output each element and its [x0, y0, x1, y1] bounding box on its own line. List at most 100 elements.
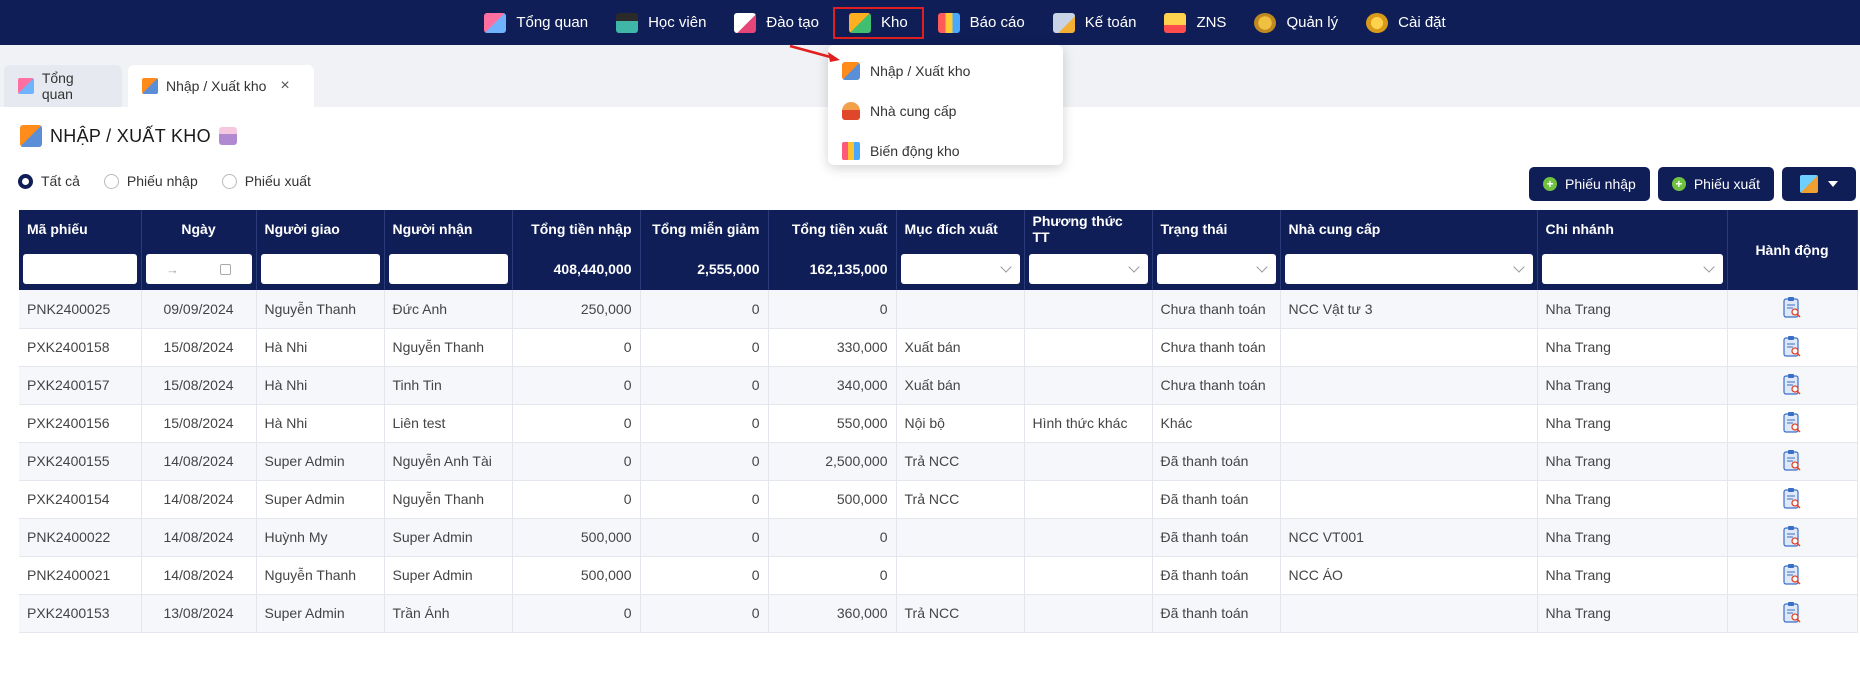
table-cell: Xuất bán — [896, 328, 1025, 367]
warehouse-box-icon — [848, 12, 871, 33]
table-cell: 0 — [640, 328, 769, 367]
action-cell — [1727, 290, 1858, 329]
add-phieu-xuat-button[interactable]: + Phiếu xuất — [1657, 167, 1774, 201]
tab-tong-quan[interactable]: Tổng quan — [4, 65, 122, 107]
table-cell: Hà Nhi — [256, 328, 385, 367]
radio-tat-ca[interactable]: Tất cả — [18, 173, 80, 189]
col-tong-tien-nhap[interactable]: Tổng tiền nhập — [512, 210, 641, 248]
col-nguoi-giao[interactable]: Người giao — [256, 210, 385, 248]
table-row[interactable]: PNK2400022 14/08/2024 Huỳnh My Super Admin 5… — [19, 518, 1858, 557]
filter-nguoi-giao-input[interactable] — [260, 254, 380, 284]
nav-item-cai-dat[interactable]: Cài đặt — [1352, 6, 1460, 40]
col-ngay[interactable]: Ngày — [141, 210, 257, 248]
action-cell — [1727, 518, 1858, 557]
clipboard-search-icon[interactable] — [1783, 487, 1801, 509]
table-cell — [1280, 366, 1538, 405]
dropdown-item-nha-cung-cap[interactable]: Nhà cung cấp — [828, 91, 1063, 131]
col-nguoi-nhan[interactable]: Người nhận — [384, 210, 513, 248]
student-icon — [616, 12, 639, 33]
filter-phuong-thuc-select[interactable] — [1028, 254, 1148, 284]
close-icon[interactable]: × — [280, 77, 289, 95]
table-cell: Trần Ánh — [384, 594, 513, 633]
nav-item-zns[interactable]: ZNS — [1150, 6, 1240, 40]
col-muc-dich-xuat[interactable]: Mục đích xuất — [896, 210, 1025, 248]
table-row[interactable]: PNK2400021 14/08/2024 Nguyễn Thanh Super Ad… — [19, 556, 1858, 595]
button-label: Phiếu nhập — [1564, 176, 1636, 192]
table-cell: Trả NCC — [896, 442, 1025, 481]
clipboard-search-icon[interactable] — [1783, 411, 1801, 433]
filter-ma-phieu-input[interactable] — [23, 254, 137, 284]
tab-nhap-xuat-kho[interactable]: Nhập / Xuất kho × — [128, 65, 314, 107]
table-row[interactable]: PXK2400153 13/08/2024 Super Admin Trần Ánh 0… — [19, 594, 1858, 633]
clipboard-search-icon[interactable] — [1783, 373, 1801, 395]
col-trang-thai[interactable]: Trạng thái — [1152, 210, 1281, 248]
table-row[interactable]: PXK2400156 15/08/2024 Hà Nhi Liên test 0 0 550… — [19, 404, 1858, 443]
col-nha-cung-cap[interactable]: Nhà cung cấp — [1280, 210, 1538, 248]
col-ma-phieu[interactable]: Mã phiếu — [19, 210, 142, 248]
action-cell — [1727, 328, 1858, 367]
filter-trang-thai-select[interactable] — [1156, 254, 1276, 284]
radio-phieu-nhap[interactable]: Phiếu nhập — [103, 173, 198, 189]
table-cell: 0 — [640, 366, 769, 405]
col-phuong-thuc-tt[interactable]: Phương thức TT — [1024, 210, 1153, 248]
page-title-text: NHẬP / XUẤT KHO — [50, 125, 211, 146]
table-cell: Khác — [1152, 404, 1281, 443]
table-cell: Nha Trang — [1537, 328, 1728, 367]
filter-nguoi-nhan-input[interactable] — [388, 254, 508, 284]
table-cell: Hình thức khác — [1024, 404, 1153, 443]
nav-item-ke-toan[interactable]: Kế toán — [1039, 6, 1151, 40]
table-cell: Nha Trang — [1537, 442, 1728, 481]
table-body: PNK2400025 09/09/2024 Nguyễn Thanh Đức Anh 2… — [19, 290, 1858, 633]
table-cell: PNK2400022 — [19, 518, 142, 557]
table-cell: Nguyễn Thanh — [384, 328, 513, 367]
col-chi-nhanh[interactable]: Chi nhánh — [1537, 210, 1728, 248]
nav-item-label: Báo cáo — [969, 14, 1025, 31]
nav-item-dao-tao[interactable]: Đào tạo — [720, 6, 833, 40]
nav-item-label: Kế toán — [1084, 14, 1137, 31]
clipboard-search-icon[interactable] — [1783, 296, 1801, 318]
nav-item-bao-cao[interactable]: Báo cáo — [924, 6, 1039, 40]
nav-item-hoc-vien[interactable]: Học viên — [602, 6, 720, 40]
action-cell — [1727, 480, 1858, 519]
table-cell: Super Admin — [384, 518, 513, 557]
tools-dropdown-button[interactable] — [1782, 167, 1856, 201]
col-hanh-dong: Hành động — [1727, 210, 1858, 290]
clipboard-search-icon[interactable] — [1783, 563, 1801, 585]
total-tong-tien-nhap: 408,440,000 — [512, 248, 641, 290]
nav-item-label: Cài đặt — [1398, 14, 1446, 31]
dropdown-item-nhap-xuat-kho[interactable]: Nhập / Xuất kho — [828, 51, 1063, 91]
table-row[interactable]: PXK2400157 15/08/2024 Hà Nhi Tinh Tin 0 0 340,… — [19, 366, 1858, 405]
nav-item-kho[interactable]: Kho — [832, 6, 924, 39]
table-cell: Trả NCC — [896, 480, 1025, 519]
nav-item-tong-quan[interactable]: Tổng quan — [470, 6, 602, 40]
chevron-down-icon — [1512, 261, 1525, 273]
table-row[interactable]: PXK2400154 14/08/2024 Super Admin Nguyễn Th… — [19, 480, 1858, 519]
table-cell: 0 — [512, 404, 641, 443]
clipboard-search-icon[interactable] — [1783, 449, 1801, 471]
clipboard-search-icon[interactable] — [1783, 525, 1801, 547]
table-row[interactable]: PXK2400158 15/08/2024 Hà Nhi Nguyễn Thanh 0 0… — [19, 328, 1858, 367]
filter-muc-dich-xuat-select[interactable] — [900, 254, 1020, 284]
nav-item-label: ZNS — [1196, 14, 1227, 31]
add-phieu-nhap-button[interactable]: + Phiếu nhập — [1528, 167, 1650, 201]
table-row[interactable]: PNK2400025 09/09/2024 Nguyễn Thanh Đức Anh 2… — [19, 290, 1858, 329]
col-tong-tien-xuat[interactable]: Tổng tiền xuất — [768, 210, 897, 248]
table-cell: PXK2400157 — [19, 366, 142, 405]
manage-gear-icon — [1254, 12, 1277, 33]
table-cell: 0 — [640, 442, 769, 481]
action-cell — [1727, 594, 1858, 633]
radio-phieu-xuat[interactable]: Phiếu xuất — [221, 173, 311, 189]
table-row[interactable]: PXK2400155 14/08/2024 Super Admin Nguyễn An… — [19, 442, 1858, 481]
clipboard-search-icon[interactable] — [1783, 601, 1801, 623]
col-tong-mien-giam[interactable]: Tổng miễn giảm — [640, 210, 769, 248]
dashboard-icon — [484, 12, 507, 33]
table-cell: Super Admin — [256, 594, 385, 633]
dropdown-item-bien-dong-kho[interactable]: Biến động kho — [828, 131, 1063, 171]
nav-item-quan-ly[interactable]: Quản lý — [1240, 6, 1352, 40]
table-cell: Nguyễn Thanh — [256, 556, 385, 595]
filter-nha-cung-cap-select[interactable] — [1284, 254, 1533, 284]
filter-date-range-input[interactable]: → — [145, 254, 252, 284]
table-cell: 0 — [512, 366, 641, 405]
clipboard-search-icon[interactable] — [1783, 335, 1801, 357]
filter-chi-nhanh-select[interactable] — [1541, 254, 1723, 284]
